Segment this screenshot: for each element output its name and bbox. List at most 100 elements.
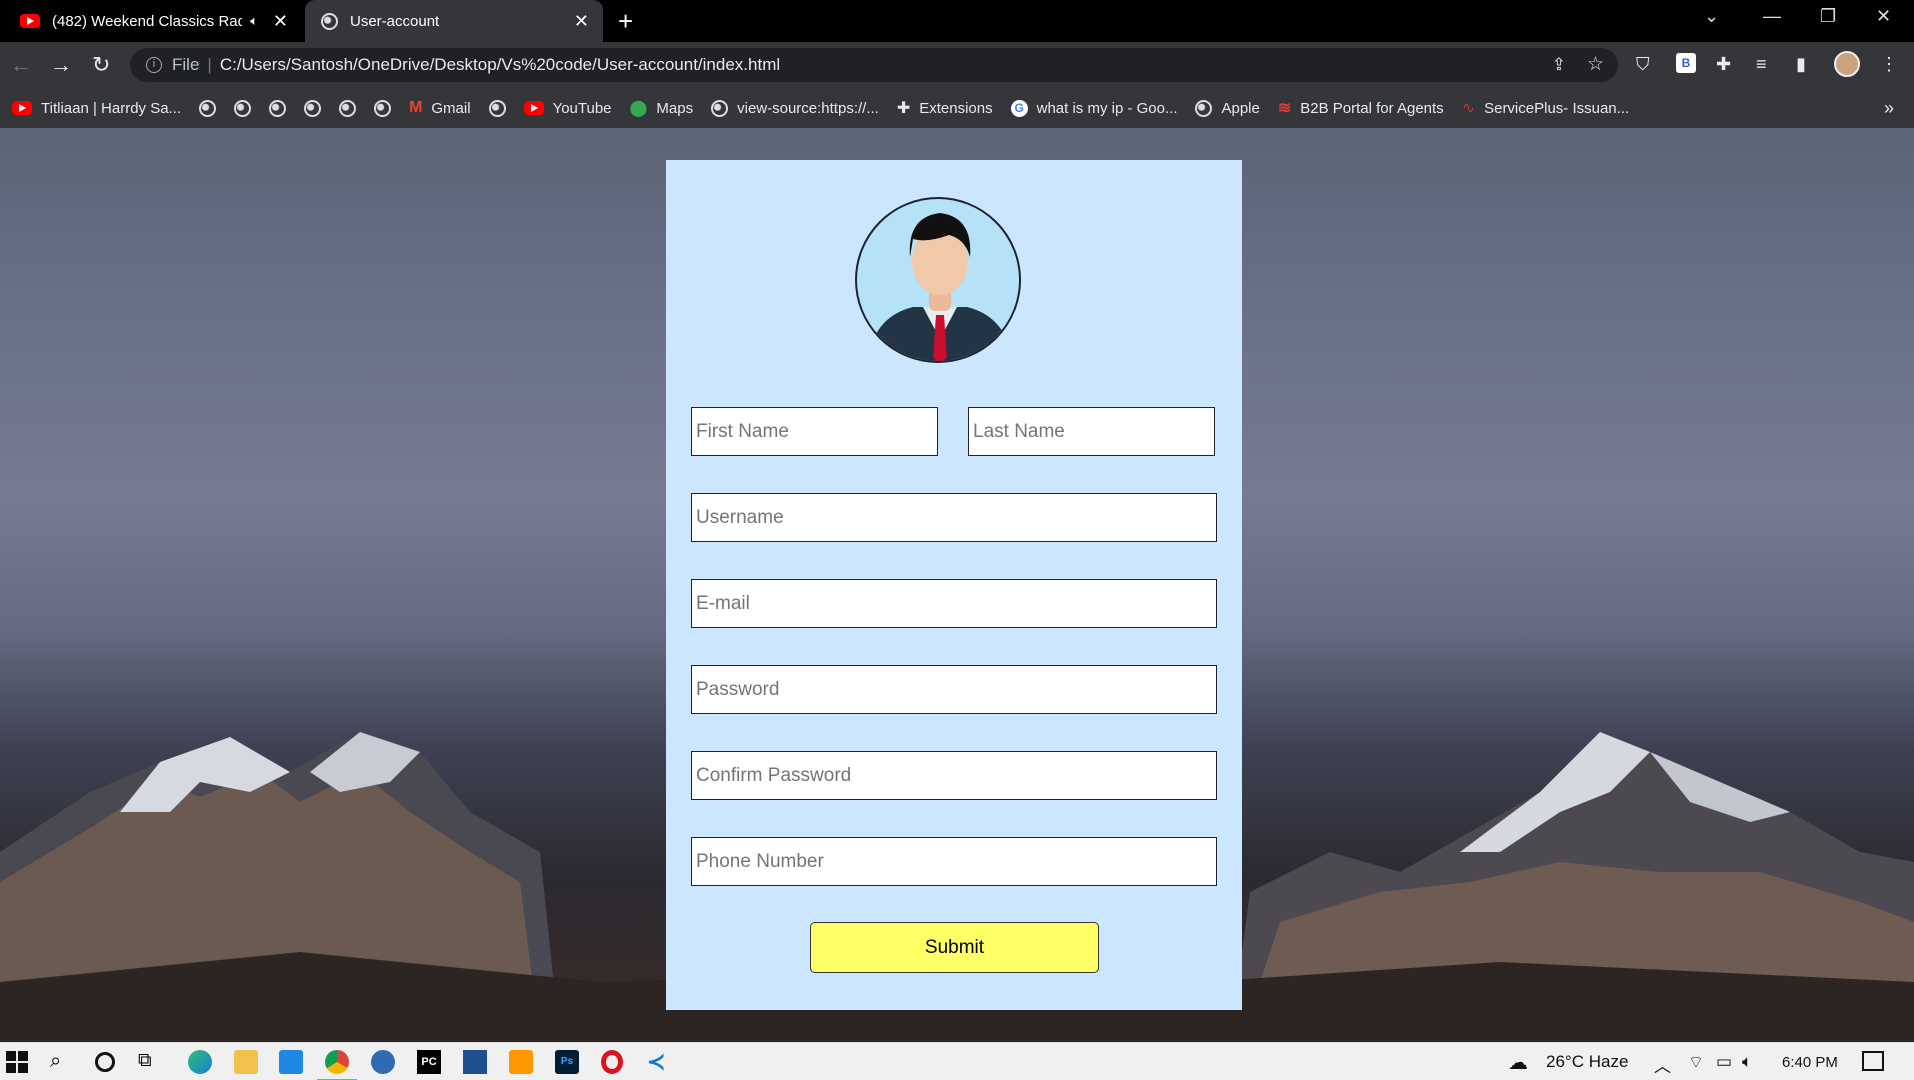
- youtube-icon: [12, 101, 32, 115]
- last-name-field[interactable]: [968, 407, 1215, 456]
- opera-icon[interactable]: [601, 1050, 623, 1074]
- bookmark-youtube[interactable]: YouTube: [523, 100, 612, 117]
- bookmark-globe-7[interactable]: [488, 99, 506, 117]
- task-view-icon[interactable]: ⧉: [138, 1050, 162, 1074]
- bookmark-maps[interactable]: ⬤ Maps: [630, 98, 694, 118]
- mail-icon[interactable]: [279, 1050, 303, 1074]
- bookmark-globe-3[interactable]: [269, 99, 287, 117]
- puzzle-icon[interactable]: ✚: [1716, 54, 1731, 75]
- bookmark-globe-1[interactable]: [199, 99, 217, 117]
- media-queue-icon[interactable]: ≡: [1756, 54, 1767, 75]
- tab-search-chevron-icon[interactable]: ⌄: [1704, 6, 1719, 27]
- pycharm-icon[interactable]: PC: [417, 1050, 441, 1074]
- globe-icon: [1195, 99, 1213, 117]
- maps-pin-icon: ⬤: [629, 100, 648, 117]
- search-icon[interactable]: ⌕: [50, 1050, 74, 1074]
- signup-form-card: Submit: [666, 160, 1242, 1010]
- new-tab-plus-icon[interactable]: +: [618, 6, 633, 37]
- bookmark-globe-5[interactable]: [339, 99, 357, 117]
- edge-browser-icon[interactable]: [188, 1050, 212, 1074]
- globe-icon: [339, 99, 357, 117]
- tab-title: User-account: [350, 12, 440, 30]
- bookmark-titliaan[interactable]: Titliaan | Harrdy Sa...: [12, 100, 181, 117]
- puzzle-icon: ✚: [896, 100, 911, 117]
- info-icon[interactable]: i: [146, 57, 162, 73]
- bookmarks-overflow-icon[interactable]: »: [1884, 98, 1894, 119]
- globe-icon: [374, 99, 392, 117]
- restore-icon[interactable]: ❐: [1820, 6, 1836, 27]
- password-field[interactable]: [691, 665, 1217, 714]
- scheme-label: File: [172, 55, 200, 74]
- first-name-field[interactable]: [691, 407, 938, 456]
- globe-icon: [269, 99, 287, 117]
- forward-arrow-icon[interactable]: →: [50, 52, 72, 78]
- bookmark-b2b-portal[interactable]: ≋ B2B Portal for Agents: [1278, 98, 1444, 118]
- page-background: Submit: [0, 128, 1914, 1042]
- username-field[interactable]: [691, 493, 1217, 542]
- globe-icon: [304, 99, 322, 117]
- hidden-icons-chevron-icon[interactable]: ︿: [1654, 1052, 1671, 1077]
- back-arrow-icon[interactable]: ←: [10, 52, 32, 78]
- tab-strip: (482) Weekend Classics Radi 🔈︎ ✕ User-ac…: [0, 0, 1914, 42]
- minimize-icon[interactable]: —: [1763, 6, 1781, 27]
- serviceplus-icon: ∿: [1461, 100, 1476, 117]
- tab-title: (482) Weekend Classics Radi: [52, 12, 242, 30]
- vscode-icon[interactable]: ≺: [647, 1050, 671, 1074]
- windows-start-icon[interactable]: [6, 1051, 30, 1075]
- user-avatar-icon: [855, 197, 1021, 363]
- close-tab-icon[interactable]: ✕: [574, 11, 589, 32]
- bookmark-gmail[interactable]: M Gmail: [409, 99, 471, 117]
- tab-youtube-radio[interactable]: (482) Weekend Classics Radi 🔈︎ ✕: [0, 0, 302, 42]
- volume-icon[interactable]: 🔈︎: [1742, 1052, 1752, 1072]
- windows-taskbar: ⌕ ⧉ PC Ps ≺ ☁ 26°C Haze ︿ ⌔ ▭ 🔈︎ 6:40 PM: [0, 1042, 1914, 1080]
- settings-app-icon[interactable]: [371, 1050, 395, 1074]
- email-field[interactable]: [691, 579, 1217, 628]
- star-icon[interactable]: ☆: [1587, 53, 1604, 76]
- phone-number-field[interactable]: [691, 837, 1217, 886]
- reload-icon[interactable]: ↻: [92, 52, 110, 78]
- url-text[interactable]: C:/Users/Santosh/OneDrive/Desktop/Vs%20c…: [220, 55, 780, 75]
- bookmark-globe-2[interactable]: [234, 99, 252, 117]
- confirm-password-field[interactable]: [691, 751, 1217, 800]
- youtube-icon: [523, 101, 544, 115]
- submit-button[interactable]: Submit: [810, 922, 1099, 973]
- brave-shield-icon[interactable]: ⛉: [1636, 54, 1650, 75]
- tab-user-account[interactable]: User-account ✕: [305, 0, 603, 42]
- speaker-muted-icon[interactable]: 🔈︎: [250, 13, 258, 29]
- toolbar: ← → ↻ i File | C:/Users/Santosh/OneDrive…: [0, 42, 1914, 88]
- menu-kebab-icon[interactable]: ⋮: [1880, 54, 1898, 75]
- photoshop-icon[interactable]: Ps: [555, 1050, 579, 1074]
- notifications-icon[interactable]: [1862, 1051, 1884, 1071]
- app-window-icon[interactable]: [463, 1050, 487, 1074]
- bookmarks-bar: Titliaan | Harrdy Sa... M Gmail YouTube ⬤…: [0, 88, 1914, 128]
- address-bar[interactable]: i File | C:/Users/Santosh/OneDrive/Deskt…: [130, 48, 1618, 82]
- bookmark-extensions[interactable]: ✚ Extensions: [897, 98, 993, 118]
- youtube-icon: [20, 14, 40, 28]
- battery-icon[interactable]: ▭: [1716, 1052, 1732, 1072]
- profile-avatar[interactable]: [1834, 51, 1860, 77]
- extension-b-icon[interactable]: B: [1676, 53, 1696, 73]
- bookmark-serviceplus[interactable]: ∿ ServicePlus- Issuan...: [1462, 98, 1629, 118]
- weather-cloud-icon: ☁: [1508, 1052, 1528, 1074]
- bookmark-what-is-my-ip[interactable]: Gwhat is my ip - Goo...: [1010, 99, 1177, 117]
- bookmark-globe-4[interactable]: [304, 99, 322, 117]
- bookmark-apple[interactable]: Apple: [1195, 99, 1260, 117]
- file-explorer-icon[interactable]: [234, 1050, 258, 1074]
- gmail-icon: M: [409, 99, 423, 116]
- globe-icon: [488, 99, 506, 117]
- bookmark-globe-6[interactable]: [374, 99, 392, 117]
- globe-icon: [711, 99, 729, 117]
- sublime-text-icon[interactable]: [509, 1050, 533, 1074]
- close-tab-icon[interactable]: ✕: [273, 11, 288, 32]
- wifi-icon[interactable]: ⌔: [1688, 1052, 1704, 1073]
- bookmark-view-source[interactable]: view-source:https://...: [711, 99, 879, 117]
- side-panel-icon[interactable]: ▮: [1796, 54, 1806, 75]
- share-icon[interactable]: ⇪: [1552, 55, 1566, 75]
- chrome-icon[interactable]: [317, 1050, 357, 1080]
- separator: |: [207, 55, 212, 74]
- weather-text[interactable]: 26°C Haze: [1546, 1052, 1628, 1072]
- clock-time[interactable]: 6:40 PM: [1782, 1054, 1838, 1071]
- globe-icon: [234, 99, 252, 117]
- cortana-circle-icon[interactable]: [95, 1052, 115, 1072]
- close-window-icon[interactable]: ✕: [1876, 6, 1891, 27]
